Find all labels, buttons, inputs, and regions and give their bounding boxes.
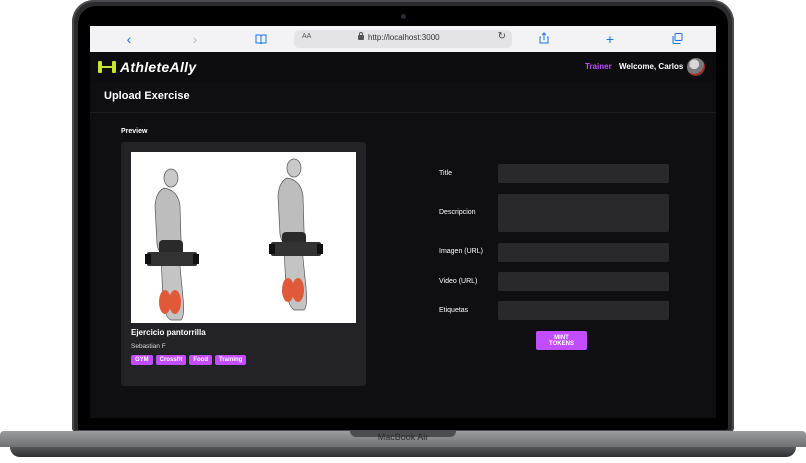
card-title: Ejercicio pantorrilla	[131, 328, 206, 337]
preview-label: Preview	[121, 128, 148, 135]
share-icon[interactable]	[535, 30, 553, 48]
camera-icon	[401, 14, 406, 19]
brand-logo[interactable]: AthleteAlly	[98, 59, 196, 75]
image-url-label: Imagen (URL)	[439, 248, 483, 255]
tag-badge: Crossfit	[155, 355, 187, 365]
title-label: Title	[439, 170, 452, 177]
video-url-input[interactable]	[498, 272, 669, 291]
reload-icon[interactable]: ↻	[498, 31, 506, 42]
bookmarks-icon[interactable]	[252, 30, 270, 48]
back-icon[interactable]: ‹	[120, 30, 138, 48]
divider	[90, 112, 716, 113]
tag-badge: Training	[215, 355, 247, 365]
app-navbar: AthleteAlly Trainer Welcome, Carlos	[90, 52, 716, 82]
new-tab-icon[interactable]: +	[601, 30, 619, 48]
tags-label: Etiquetas	[439, 307, 469, 314]
forward-icon[interactable]: ›	[186, 30, 204, 48]
mint-tokens-button[interactable]: MINT TOKENS	[536, 331, 587, 350]
laptop-base: MacBook Air	[0, 431, 806, 463]
exercise-image	[131, 152, 356, 323]
tabs-icon[interactable]	[668, 30, 686, 48]
text-size-button[interactable]: AA	[302, 33, 311, 40]
description-label: Descripcion	[439, 209, 476, 216]
url-text: http://localhost:3000	[368, 33, 440, 42]
avatar[interactable]	[687, 58, 705, 76]
tags-input[interactable]	[498, 301, 669, 320]
tag-badge: Food	[189, 355, 213, 365]
dumbbell-icon	[98, 60, 116, 74]
browser-toolbar: ‹ › AA http://localhost:3000 ↻ +	[90, 26, 716, 53]
address-bar[interactable]: AA http://localhost:3000 ↻	[294, 30, 512, 48]
description-input[interactable]	[498, 194, 669, 232]
device-model-label: MacBook Air	[377, 432, 429, 442]
lock-icon	[358, 32, 364, 40]
exercise-preview-card: Ejercicio pantorrilla Sebastian F GYM Cr…	[121, 142, 366, 386]
laptop-frame: ‹ › AA http://localhost:3000 ↻ + Athlete…	[0, 0, 806, 463]
trainer-link[interactable]: Trainer	[585, 62, 612, 71]
video-url-label: Video (URL)	[439, 278, 478, 285]
page-title: Upload Exercise	[104, 90, 190, 102]
tag-list: GYM Crossfit Food Training	[131, 355, 247, 365]
tag-badge: GYM	[131, 355, 153, 365]
image-url-input[interactable]	[498, 243, 669, 262]
brand-name: AthleteAlly	[120, 59, 197, 75]
screen: ‹ › AA http://localhost:3000 ↻ + Athlete…	[90, 26, 716, 418]
card-author: Sebastian F	[131, 343, 166, 350]
title-input[interactable]	[498, 164, 669, 183]
welcome-text: Welcome, Carlos	[619, 62, 684, 71]
